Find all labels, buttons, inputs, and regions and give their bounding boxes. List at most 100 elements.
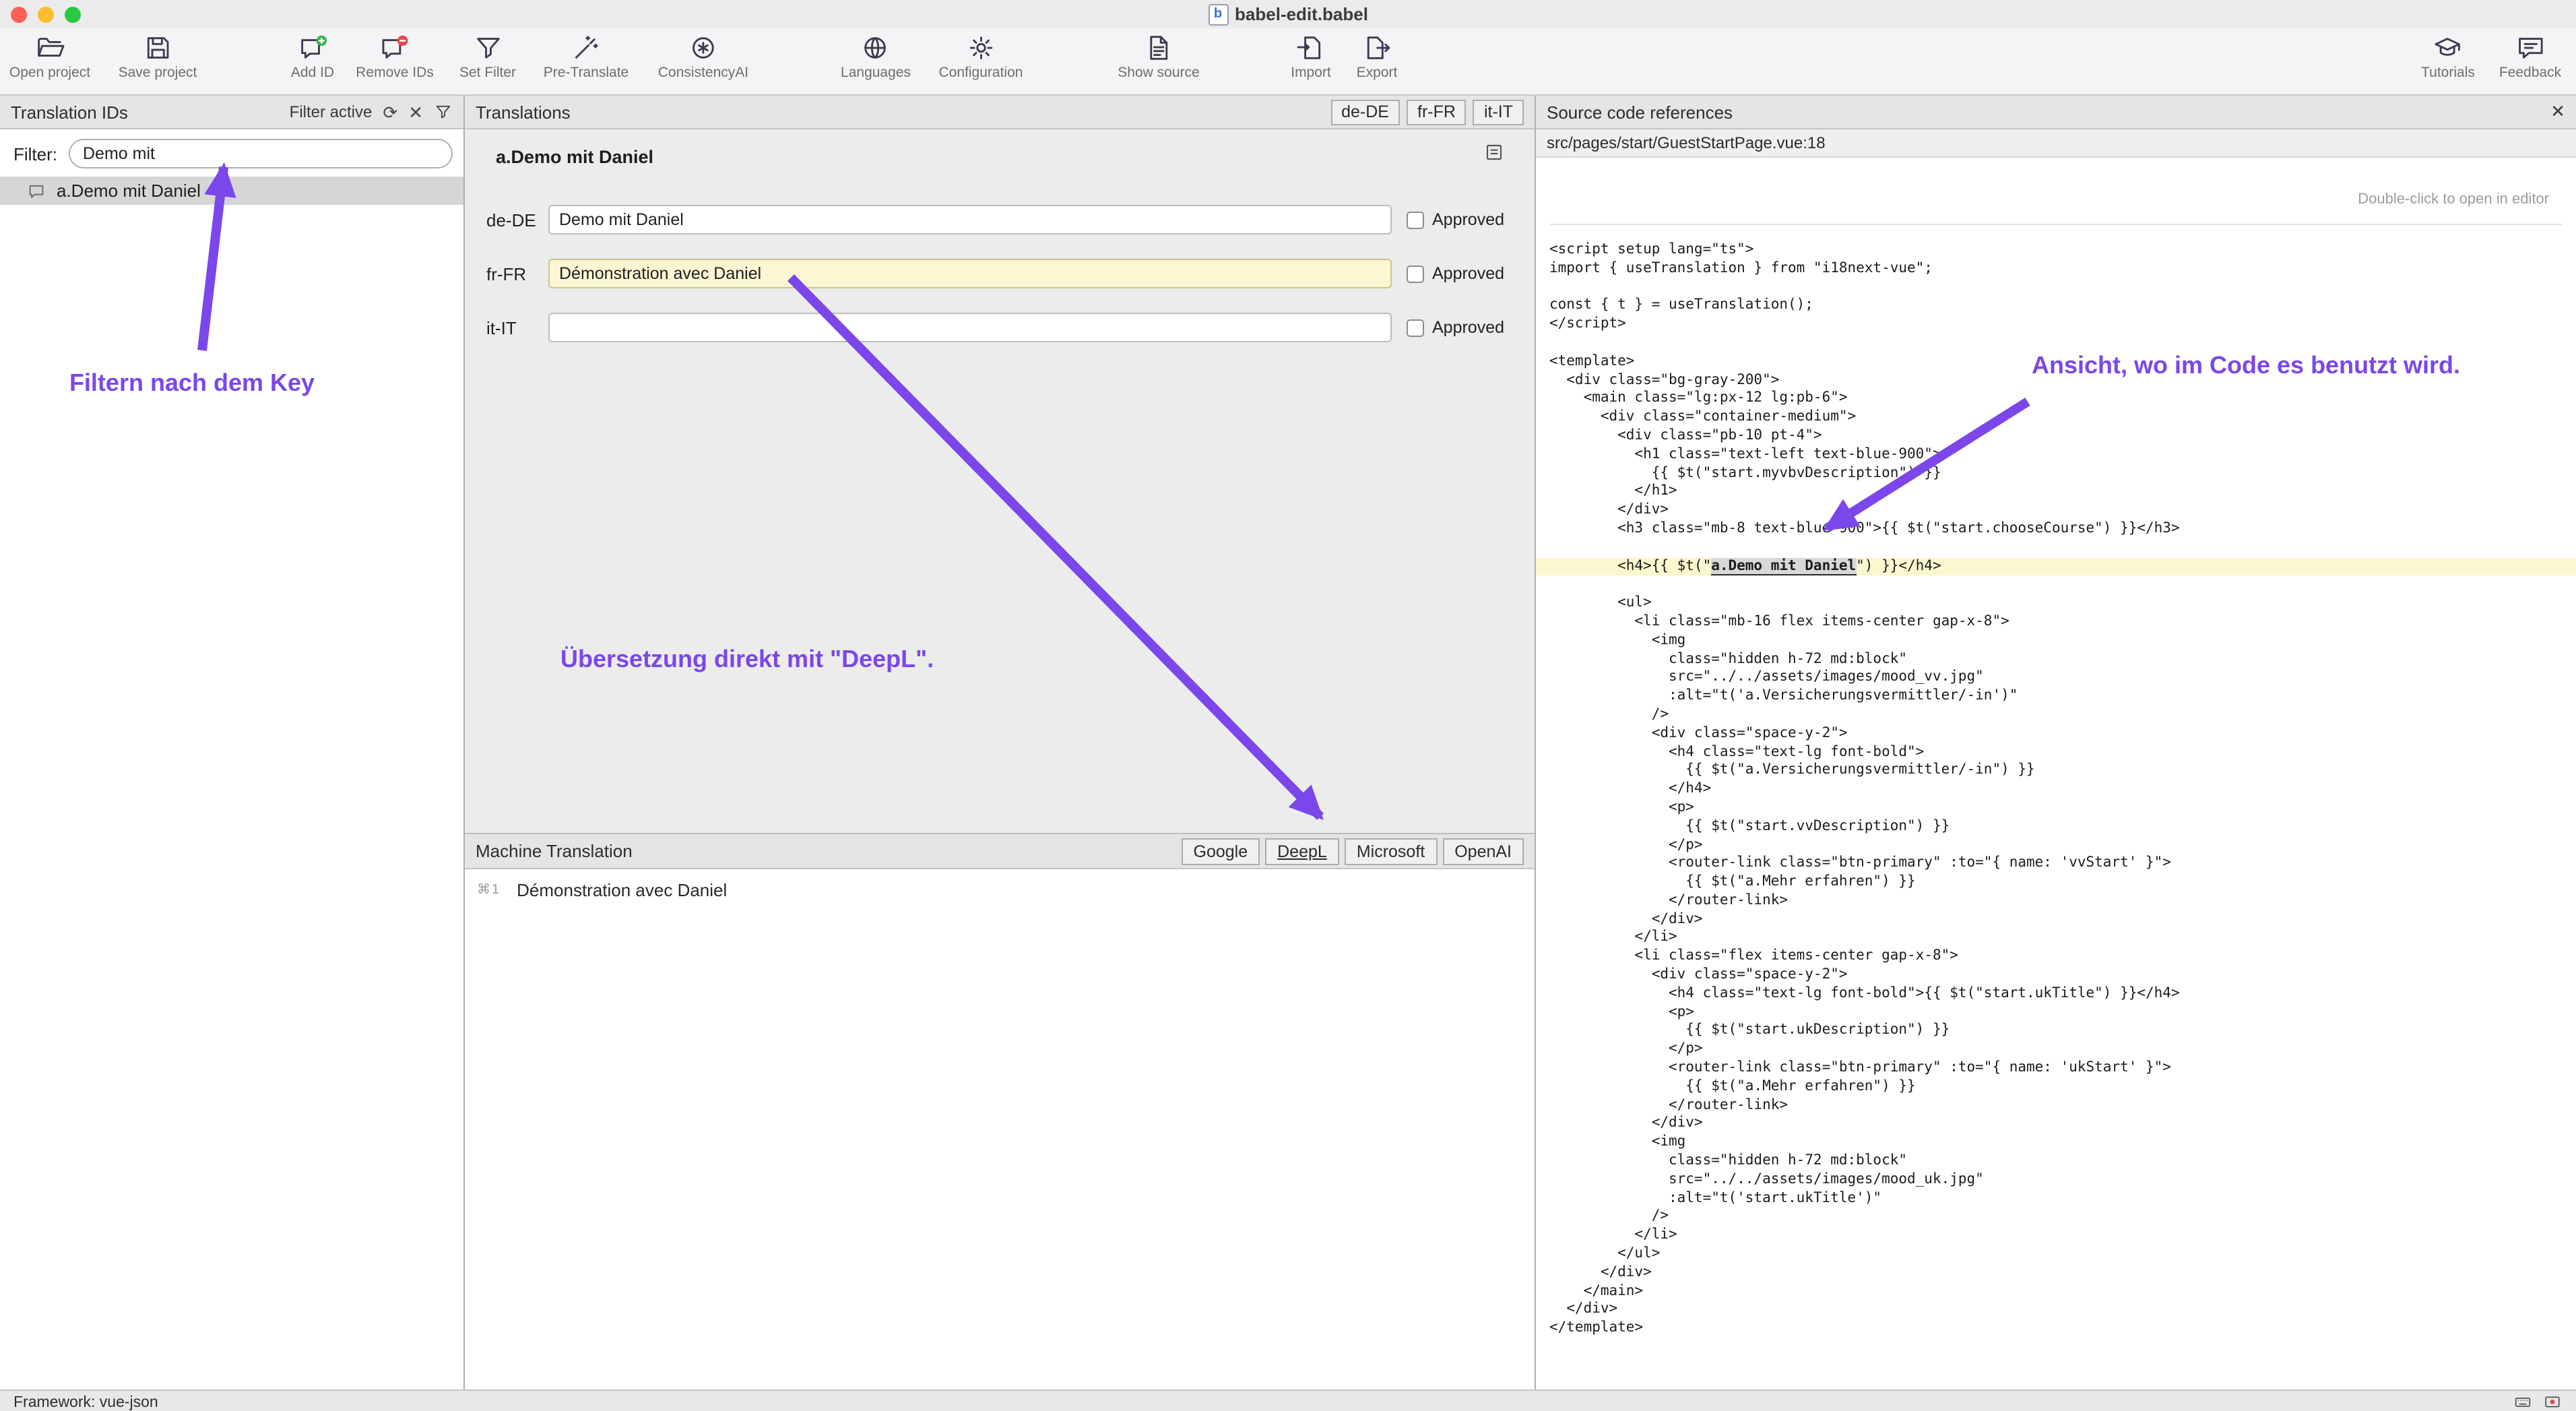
open-folder-icon: [34, 32, 65, 63]
translation-bubble-icon: [27, 181, 46, 200]
source-panel-header: Source code references ✕: [1536, 96, 2576, 129]
filter-active-label: Filter active: [290, 102, 373, 121]
show-source-button[interactable]: Show source: [1118, 32, 1199, 81]
feedback-bubble-icon: [2515, 32, 2546, 63]
translation-row-fr-FR: fr-FR Approved: [486, 257, 1513, 290]
toolbar-label: ConsistencyAI: [658, 65, 748, 81]
lang-label: it-IT: [486, 317, 548, 338]
screen-record-icon[interactable]: [2542, 1393, 2563, 1411]
main-area: Translation IDs Filter active ⟳ ✕ Filter…: [0, 96, 2576, 1389]
toolbar-label: Set Filter: [459, 65, 516, 81]
document-icon: [1143, 32, 1174, 63]
toolbar-label: Configuration: [939, 65, 1023, 81]
filter-funnel-icon: [472, 32, 503, 63]
editor-hint: Double-click to open in editor: [1549, 174, 2563, 225]
traffic-lights: [11, 0, 81, 28]
panel-title: Source code references: [1547, 102, 1733, 122]
clear-filter-icon[interactable]: ✕: [408, 103, 423, 121]
translations-header: Translations de-DE fr-FR it-IT: [465, 96, 1535, 129]
translation-input-de-DE[interactable]: [548, 205, 1392, 234]
approved-checkbox-de-DE[interactable]: [1407, 211, 1424, 228]
entry-note-icon[interactable]: [1483, 142, 1505, 163]
toolbar-label: Open project: [9, 65, 90, 81]
provider-google-button[interactable]: Google: [1182, 838, 1260, 865]
toolbar-label: Show source: [1118, 65, 1199, 81]
consistency-ai-button[interactable]: ConsistencyAI: [658, 32, 748, 81]
minimize-window-button[interactable]: [38, 6, 54, 22]
lang-toggle-de-DE[interactable]: de-DE: [1330, 99, 1400, 125]
lang-label: de-DE: [486, 210, 548, 230]
lang-toggle-it-IT[interactable]: it-IT: [1473, 99, 1524, 125]
import-icon: [1295, 32, 1326, 63]
mt-suggestion-text: Démonstration avec Daniel: [517, 880, 727, 900]
gear-icon: [965, 32, 996, 63]
provider-openai-button[interactable]: OpenAI: [1442, 838, 1524, 865]
keyboard-icon[interactable]: [2513, 1393, 2533, 1411]
open-project-button[interactable]: Open project: [9, 32, 90, 81]
save-icon: [142, 32, 173, 63]
language-toggle-group: de-DE fr-FR it-IT: [1330, 99, 1524, 125]
app-window: b babel-edit.babel Open project Save pro…: [0, 0, 2576, 1411]
zoom-window-button[interactable]: [65, 6, 81, 22]
panel-title: Translations: [476, 102, 571, 122]
approved-label: Approved: [1432, 210, 1504, 229]
toolbar-label: Tutorials: [2421, 65, 2475, 81]
save-project-button[interactable]: Save project: [119, 32, 197, 81]
approved-checkbox-it-IT[interactable]: [1407, 319, 1424, 336]
feedback-button[interactable]: Feedback: [2499, 32, 2561, 81]
highlighted-translation-key: a.Demo mit Daniel: [1711, 557, 1856, 575]
machine-translation-body: ⌘1 Démonstration avec Daniel: [465, 869, 1535, 1389]
approved-label: Approved: [1432, 264, 1504, 283]
mt-suggestion-row[interactable]: ⌘1 Démonstration avec Daniel: [465, 869, 1535, 900]
approved-checkbox-fr-FR[interactable]: [1407, 265, 1424, 282]
remove-ids-icon: [379, 32, 410, 63]
add-id-button[interactable]: Add ID: [291, 32, 334, 81]
filter-input[interactable]: [68, 139, 453, 168]
statusbar: Framework: vue-json: [0, 1389, 2576, 1411]
source-file-reference[interactable]: src/pages/start/GuestStartPage.vue:18: [1536, 129, 2576, 158]
entry-title: a.Demo mit Daniel: [496, 147, 653, 167]
translation-input-it-IT[interactable]: [548, 313, 1392, 342]
import-button[interactable]: Import: [1291, 32, 1331, 81]
panel-title: Translation IDs: [11, 102, 128, 122]
tutorials-button[interactable]: Tutorials: [2421, 32, 2475, 81]
toolbar-label: Feedback: [2499, 65, 2561, 81]
close-panel-icon[interactable]: ✕: [2550, 101, 2565, 123]
translation-row-de-DE: de-DE Approved: [486, 203, 1513, 236]
close-window-button[interactable]: [11, 6, 27, 22]
window-title: babel-edit.babel: [1235, 4, 1368, 24]
translations-body: a.Demo mit Daniel de-DE Approved fr-FR: [465, 129, 1535, 833]
file-ref-label: src/pages/start/GuestStartPage.vue:18: [1547, 133, 1826, 152]
configuration-button[interactable]: Configuration: [939, 32, 1023, 81]
app-document-icon: b: [1208, 3, 1228, 25]
translations-panel: Translations de-DE fr-FR it-IT a.Demo mi…: [465, 96, 1535, 1389]
filter-label: Filter:: [13, 144, 57, 164]
set-filter-button[interactable]: Set Filter: [459, 32, 516, 81]
pre-translate-button[interactable]: Pre-Translate: [544, 32, 629, 81]
magic-wand-icon: [571, 32, 602, 63]
filter-funnel-icon[interactable]: [434, 102, 453, 121]
consistency-badge-icon: [688, 32, 719, 63]
translation-id-list-item[interactable]: a.Demo mit Daniel: [0, 177, 463, 205]
refresh-filter-icon[interactable]: ⟳: [383, 103, 397, 121]
window-title-area: b babel-edit.babel: [1208, 3, 1368, 25]
translation-input-fr-FR[interactable]: [548, 259, 1392, 288]
remove-ids-button[interactable]: Remove IDs: [356, 32, 434, 81]
languages-button[interactable]: Languages: [841, 32, 911, 81]
export-icon: [1361, 32, 1392, 63]
toolbar-label: Import: [1291, 65, 1331, 81]
toolbar-label: Save project: [119, 65, 197, 81]
titlebar: b babel-edit.babel: [0, 0, 2576, 28]
provider-microsoft-button[interactable]: Microsoft: [1345, 838, 1437, 865]
toolbar-label: Pre-Translate: [544, 65, 629, 81]
lang-label: fr-FR: [486, 263, 548, 284]
lang-toggle-fr-FR[interactable]: fr-FR: [1407, 99, 1467, 125]
toolbar-label: Languages: [841, 65, 911, 81]
graduation-cap-icon: [2433, 32, 2464, 63]
add-id-icon: [297, 32, 328, 63]
provider-deepl-button[interactable]: DeepL: [1265, 838, 1339, 865]
approved-label: Approved: [1432, 318, 1504, 337]
toolbar-label: Export: [1357, 65, 1398, 81]
machine-translation-header: Machine Translation Google DeepL Microso…: [465, 833, 1535, 869]
export-button[interactable]: Export: [1357, 32, 1398, 81]
